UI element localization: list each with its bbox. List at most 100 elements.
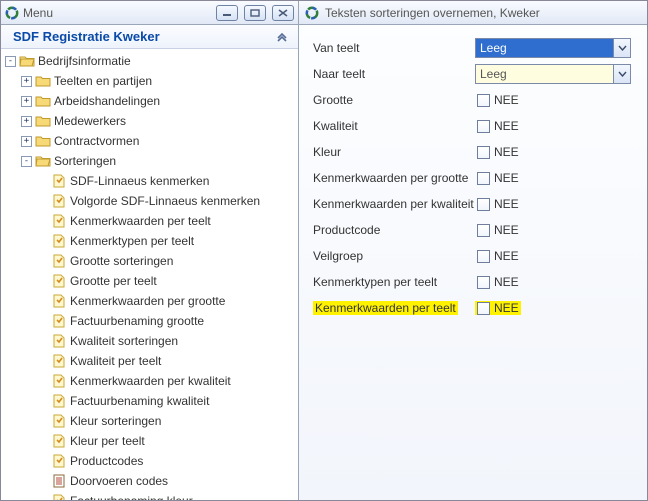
expand-icon[interactable]: + [21, 116, 32, 127]
checkbox-text: NEE [494, 223, 519, 237]
checkbox-kenmerkwaarden-per-kwaliteit[interactable]: NEE [475, 197, 521, 211]
checkbox-kleur[interactable]: NEE [475, 145, 521, 159]
label-grootte: Grootte [313, 93, 475, 107]
checkbox-grootte[interactable]: NEE [475, 93, 521, 107]
checkbox-text: NEE [494, 275, 519, 289]
tree-item-label: Kleur per teelt [70, 434, 145, 448]
expand-icon[interactable]: + [21, 96, 32, 107]
checkbox-kenmerkwaarden-per-grootte[interactable]: NEE [475, 171, 521, 185]
left-panel: Menu SDF Registratie Kweker - Bedrijfsin… [1, 1, 299, 500]
tree-spacer [37, 216, 48, 227]
tree-item-kenmerkwaarden-per-grootte[interactable]: Kenmerkwaarden per grootte [3, 291, 298, 311]
left-titlebar: Menu [1, 1, 298, 25]
doc-icon [51, 393, 67, 409]
checkbox-text: NEE [494, 249, 519, 263]
checkbox-box [477, 146, 490, 159]
header-link[interactable]: SDF Registratie Kweker [13, 29, 160, 44]
tree[interactable]: - Bedrijfsinformatie+ Teelten en partije… [1, 49, 298, 500]
row-kenmerkwaarden-per-kwaliteit: Kenmerkwaarden per kwaliteitNEE [313, 191, 639, 217]
tree-item-label: Productcodes [70, 454, 143, 468]
tree-item-kenmerktypen-per-teelt[interactable]: Kenmerktypen per teelt [3, 231, 298, 251]
row-veilgroep: VeilgroepNEE [313, 243, 639, 269]
tree-item-label: Kwaliteit sorteringen [70, 334, 178, 348]
tree-item-label: Grootte sorteringen [70, 254, 173, 268]
doc-icon [51, 353, 67, 369]
row-grootte: GrootteNEE [313, 87, 639, 113]
expand-icon[interactable]: + [21, 136, 32, 147]
tree-item-productcodes[interactable]: Productcodes [3, 451, 298, 471]
tree-item-label: Factuurbenaming grootte [70, 314, 204, 328]
tree-item-label: Kenmerkwaarden per kwaliteit [70, 374, 231, 388]
tree-item-sorteringen[interactable]: - Sorteringen [3, 151, 298, 171]
close-button[interactable] [272, 5, 294, 21]
maximize-button[interactable] [244, 5, 266, 21]
doc-icon [51, 373, 67, 389]
collapse-chevron-icon[interactable] [274, 30, 290, 44]
minimize-button[interactable] [216, 5, 238, 21]
tree-item-grootte-sorteringen[interactable]: Grootte sorteringen [3, 251, 298, 271]
tree-item-kleur-sorteringen[interactable]: Kleur sorteringen [3, 411, 298, 431]
tree-item-label: Kenmerktypen per teelt [70, 234, 194, 248]
expand-icon[interactable]: + [21, 76, 32, 87]
tree-spacer [37, 456, 48, 467]
doc-icon [51, 313, 67, 329]
checkbox-text: NEE [494, 197, 519, 211]
tree-item-doorvoeren-codes[interactable]: Doorvoeren codes [3, 471, 298, 491]
tree-item-kleur-per-teelt[interactable]: Kleur per teelt [3, 431, 298, 451]
checkbox-box [477, 276, 490, 289]
tree-spacer [37, 236, 48, 247]
row-naar-teelt: Naar teelt Leeg [313, 61, 639, 87]
tree-item-factuurbenaming-kwaliteit[interactable]: Factuurbenaming kwaliteit [3, 391, 298, 411]
tree-item-label: SDF-Linnaeus kenmerken [70, 174, 209, 188]
tree-item-arbeidshandelingen[interactable]: + Arbeidshandelingen [3, 91, 298, 111]
checkbox-productcode[interactable]: NEE [475, 223, 521, 237]
form: Van teelt Leeg Naar teelt Leeg Groott [299, 25, 647, 329]
folder-icon [35, 133, 51, 149]
tree-spacer [37, 416, 48, 427]
collapse-icon[interactable]: - [5, 56, 16, 67]
tree-item-label: Factuurbenaming kwaliteit [70, 394, 209, 408]
tree-item-kenmerkwaarden-per-kwaliteit[interactable]: Kenmerkwaarden per kwaliteit [3, 371, 298, 391]
collapse-icon[interactable]: - [21, 156, 32, 167]
checkbox-kenmerkwaarden-per-teelt[interactable]: NEE [475, 301, 521, 315]
tree-item-label: Kwaliteit per teelt [70, 354, 161, 368]
tree-item-label: Arbeidshandelingen [54, 94, 160, 108]
checkbox-box [477, 94, 490, 107]
doc-icon [51, 493, 67, 500]
list-doc-icon [51, 473, 67, 489]
left-header-row: SDF Registratie Kweker [1, 25, 298, 49]
doc-icon [51, 233, 67, 249]
tree-item-sdf-linnaeus-kenmerken[interactable]: SDF-Linnaeus kenmerken [3, 171, 298, 191]
tree-item-medewerkers[interactable]: + Medewerkers [3, 111, 298, 131]
checkbox-kenmerktypen-per-teelt[interactable]: NEE [475, 275, 521, 289]
tree-item-label: Volgorde SDF-Linnaeus kenmerken [70, 194, 260, 208]
checkbox-text: NEE [494, 171, 519, 185]
checkbox-text: NEE [494, 145, 519, 159]
doc-icon [51, 193, 67, 209]
tree-item-factuurbenaming-grootte[interactable]: Factuurbenaming grootte [3, 311, 298, 331]
tree-item-contractvormen[interactable]: + Contractvormen [3, 131, 298, 151]
doc-icon [51, 333, 67, 349]
tree-spacer [37, 176, 48, 187]
panel-icon [305, 6, 319, 20]
tree-item-kenmerkwaarden-per-teelt[interactable]: Kenmerkwaarden per teelt [3, 211, 298, 231]
dropdown-naar-teelt[interactable]: Leeg [475, 64, 631, 84]
tree-item-factuurbenaming-kleur[interactable]: Factuurbenaming kleur [3, 491, 298, 500]
tree-item-volgorde-sdf-linnaeus-kenmerken[interactable]: Volgorde SDF-Linnaeus kenmerken [3, 191, 298, 211]
tree-item-kwaliteit-sorteringen[interactable]: Kwaliteit sorteringen [3, 331, 298, 351]
dropdown-van-teelt[interactable]: Leeg [475, 38, 631, 58]
tree-spacer [37, 496, 48, 501]
tree-item-kwaliteit-per-teelt[interactable]: Kwaliteit per teelt [3, 351, 298, 371]
tree-item-grootte-per-teelt[interactable]: Grootte per teelt [3, 271, 298, 291]
label-kwaliteit: Kwaliteit [313, 119, 475, 133]
checkbox-box [477, 224, 490, 237]
tree-container: - Bedrijfsinformatie+ Teelten en partije… [1, 49, 298, 500]
doc-icon [51, 293, 67, 309]
tree-item-label: Kleur sorteringen [70, 414, 161, 428]
tree-item-root[interactable]: - Bedrijfsinformatie [3, 51, 298, 71]
doc-icon [51, 173, 67, 189]
checkbox-kwaliteit[interactable]: NEE [475, 119, 521, 133]
tree-item-teelten-en-partijen[interactable]: + Teelten en partijen [3, 71, 298, 91]
doc-icon [51, 273, 67, 289]
checkbox-veilgroep[interactable]: NEE [475, 249, 521, 263]
